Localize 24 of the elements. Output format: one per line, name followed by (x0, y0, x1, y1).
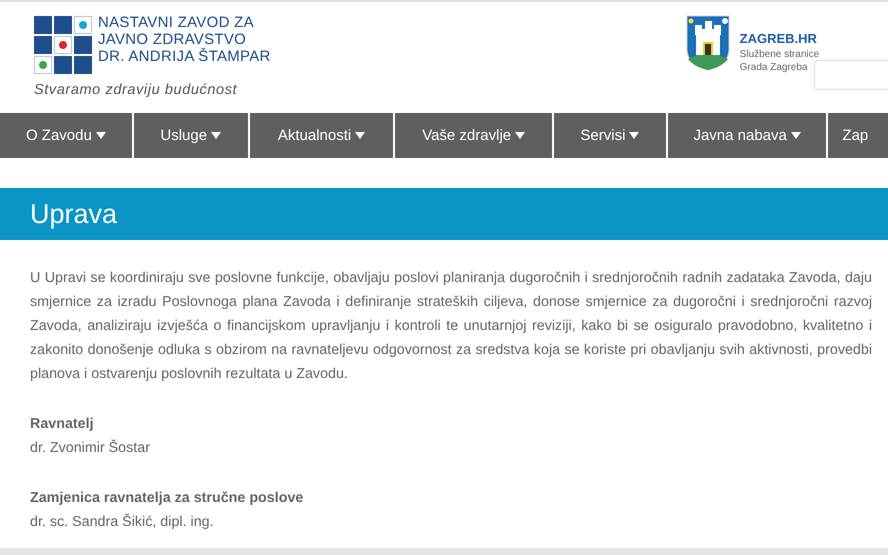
logo-text: JAVNO ZDRAVSTVO (98, 31, 246, 48)
nav-menu-item[interactable]: Usluge (134, 113, 250, 158)
person-name: dr. Zvonimir Šostar (30, 438, 151, 458)
nav-menu-item[interactable]: Javna nabava (668, 113, 828, 158)
person-name: dr. sc. Sandra Šikić, dipl. ing. (30, 512, 215, 532)
site-link[interactable]: ZAGREB.HR (740, 31, 820, 46)
site-subtitle: Grada Zagreba (740, 62, 808, 74)
intro-paragraph: U Upravi se koordiniraju sve poslovne funkcije, obavljaju poslovi planiranja dugoročnih i srednjoročnih radnih zadataka Zavoda, daju smjernice za izradu Poslovnoga plana Zavoda i definiranje strateških ciljeva, donose smjernice za dugoročni i srednjoročni razvoj Zavoda, analiziraju izvješća o financijskom upravljanju i kontroli te unutarnjoj reviziji, kako bi se osiguralo pravodobno, kvalitetno i zakonito donošenje odluka s obzirom na ravnateljevu odgovornost za sredstva koja se koriste pri obavljanju svih aktivnosti, provedbi planova i ostvarenju poslovnih rezultata u Zavodu. (30, 269, 872, 384)
role-heading: Ravnatelj (30, 415, 95, 434)
search-field[interactable] (814, 60, 888, 90)
page-title: Uprava (30, 198, 118, 230)
site-subtitle: Službene stranice (740, 49, 820, 61)
nav-menu-item[interactable]: Servisi (554, 113, 668, 158)
logo-text: DR. ANDRIJA ŠTAMPAR (98, 48, 271, 65)
slogan: Stvaramo zdraviju budućnost (34, 82, 238, 98)
role-heading: Zamjenica ravnatelja za stručne poslove (30, 489, 304, 508)
coat-of-arms-icon[interactable] (686, 15, 730, 71)
nav-menu-item[interactable]: Aktualnosti (250, 113, 396, 158)
nav-menu-item[interactable]: O Zavodu (0, 113, 134, 158)
logo-icon[interactable] (34, 16, 92, 74)
nav-menu-item[interactable]: Vaše zdravlje (395, 113, 554, 158)
logo-text: NASTAVNI ZAVOD ZA (98, 14, 255, 31)
scrollbar[interactable] (0, 548, 888, 555)
nav-menu-item[interactable]: Zap (828, 113, 888, 158)
